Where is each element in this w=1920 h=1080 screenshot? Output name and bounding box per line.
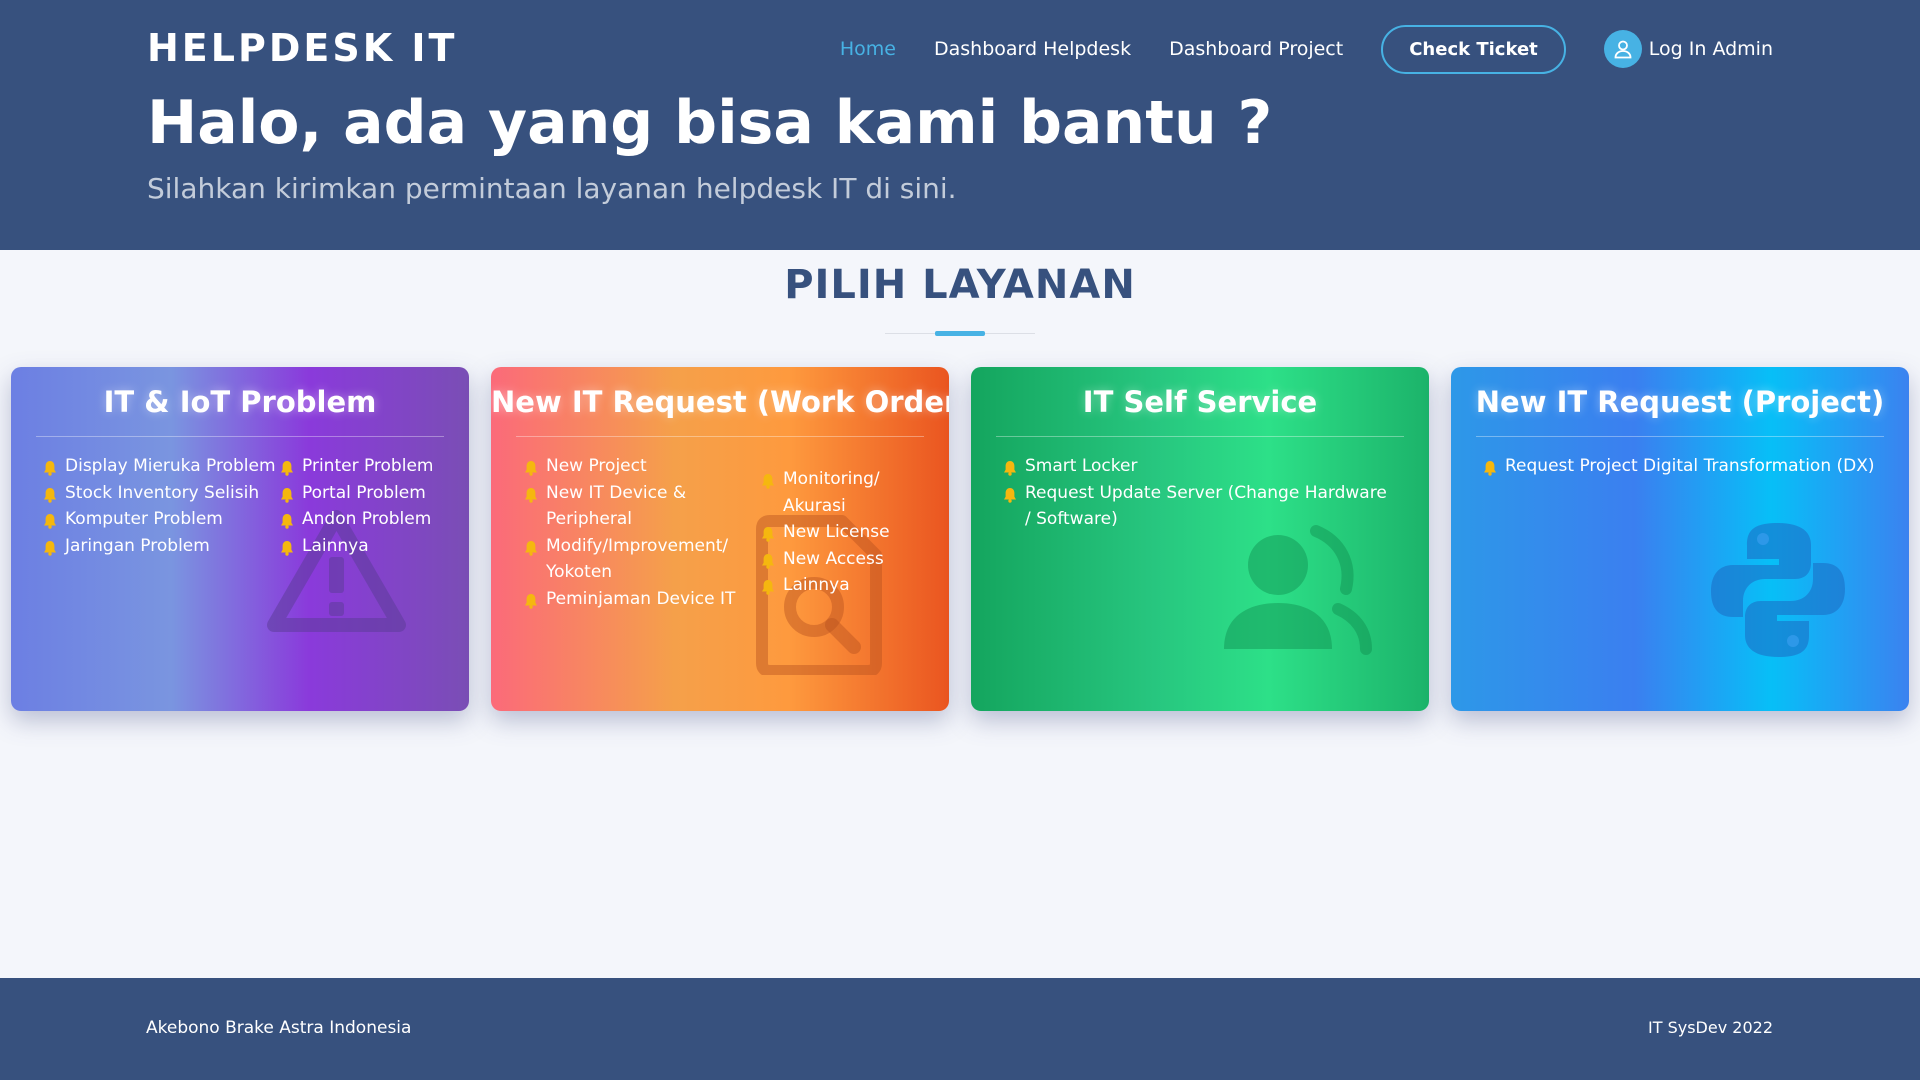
list-item[interactable]: Portal Problem bbox=[280, 480, 433, 507]
card-divider bbox=[996, 436, 1404, 437]
service-card-new-it-request-work-order[interactable]: New IT Request (Work Order) New Project … bbox=[491, 367, 949, 711]
card-list-left: New Project New IT Device & Peripheral M… bbox=[524, 453, 749, 612]
bell-icon bbox=[43, 538, 57, 556]
list-item[interactable]: Jaringan Problem bbox=[43, 533, 276, 560]
list-item[interactable]: New Project bbox=[524, 453, 749, 480]
bell-icon bbox=[1003, 458, 1017, 476]
bell-icon bbox=[524, 538, 538, 556]
user-support-icon bbox=[1216, 517, 1376, 657]
page-subtitle: Silahkan kirimkan permintaan layanan hel… bbox=[147, 172, 957, 205]
card-list: Smart Locker Request Update Server (Chan… bbox=[1003, 453, 1393, 533]
bell-icon bbox=[1483, 458, 1497, 476]
card-title: IT & IoT Problem bbox=[103, 385, 377, 419]
bell-icon bbox=[761, 577, 775, 595]
bell-icon bbox=[524, 591, 538, 609]
bell-icon bbox=[280, 538, 294, 556]
card-title: IT Self Service bbox=[1082, 385, 1318, 419]
list-item[interactable]: Peminjaman Device IT bbox=[524, 586, 749, 613]
list-item[interactable]: Request Update Server (Change Hardware /… bbox=[1003, 480, 1393, 533]
bell-icon bbox=[524, 485, 538, 503]
card-divider bbox=[36, 436, 444, 437]
bell-icon bbox=[43, 485, 57, 503]
check-ticket-button[interactable]: Check Ticket bbox=[1381, 24, 1566, 74]
service-card-it-self-service[interactable]: IT Self Service Smart Locker Request Upd… bbox=[971, 367, 1429, 711]
footer-company: Akebono Brake Astra Indonesia bbox=[146, 1018, 412, 1038]
footer: Akebono Brake Astra Indonesia IT SysDev … bbox=[0, 978, 1920, 1080]
list-item[interactable]: Display Mieruka Problem bbox=[43, 453, 276, 480]
bell-icon bbox=[280, 458, 294, 476]
service-card-new-it-request-project[interactable]: New IT Request (Project) Request Project… bbox=[1451, 367, 1909, 711]
list-item[interactable]: Komputer Problem bbox=[43, 506, 276, 533]
bell-icon bbox=[761, 551, 775, 569]
bell-icon bbox=[761, 471, 775, 489]
list-item[interactable]: Monitoring/ Akurasi bbox=[761, 466, 911, 519]
hero-header: HELPDESK IT Home Dashboard Helpdesk Dash… bbox=[0, 0, 1920, 250]
list-item[interactable]: New Access bbox=[761, 546, 911, 573]
main-nav: Home Dashboard Helpdesk Dashboard Projec… bbox=[802, 24, 1773, 74]
card-list-right: Printer Problem Portal Problem Andon Pro… bbox=[280, 453, 433, 559]
service-card-it-iot-problem[interactable]: IT & IoT Problem Display Mieruka Problem… bbox=[11, 367, 469, 711]
list-item[interactable]: Modify/Improvement/ Yokoten bbox=[524, 533, 749, 586]
card-list: Request Project Digital Transformation (… bbox=[1483, 453, 1883, 480]
bell-icon bbox=[280, 511, 294, 529]
card-list-right: Monitoring/ Akurasi New License New Acce… bbox=[761, 466, 911, 599]
section-divider-accent bbox=[935, 331, 985, 336]
card-title: New IT Request (Project) bbox=[1475, 385, 1885, 419]
user-icon bbox=[1603, 30, 1642, 68]
list-item[interactable]: New License bbox=[761, 519, 911, 546]
brand-logo[interactable]: HELPDESK IT bbox=[147, 26, 457, 70]
card-title: New IT Request (Work Order) bbox=[491, 385, 949, 419]
nav-home[interactable]: Home bbox=[840, 38, 896, 60]
nav-dashboard-helpdesk[interactable]: Dashboard Helpdesk bbox=[934, 38, 1131, 60]
card-divider bbox=[516, 436, 924, 437]
footer-credit: IT SysDev 2022 bbox=[1648, 1018, 1773, 1037]
list-item[interactable]: Lainnya bbox=[761, 572, 911, 599]
list-item[interactable]: Smart Locker bbox=[1003, 453, 1393, 480]
list-item[interactable]: New IT Device & Peripheral bbox=[524, 480, 749, 533]
card-list-left: Display Mieruka Problem Stock Inventory … bbox=[43, 453, 276, 559]
card-divider bbox=[1476, 436, 1884, 437]
login-label: Log In Admin bbox=[1648, 38, 1773, 60]
list-item[interactable]: Request Project Digital Transformation (… bbox=[1483, 453, 1883, 480]
list-item[interactable]: Lainnya bbox=[280, 533, 433, 560]
list-item[interactable]: Stock Inventory Selisih bbox=[43, 480, 276, 507]
bell-icon bbox=[1003, 485, 1017, 503]
python-icon bbox=[1707, 519, 1849, 661]
nav-dashboard-project[interactable]: Dashboard Project bbox=[1169, 38, 1343, 60]
bell-icon bbox=[43, 511, 57, 529]
bell-icon bbox=[524, 458, 538, 476]
section-title: PILIH LAYANAN bbox=[784, 262, 1136, 308]
bell-icon bbox=[761, 524, 775, 542]
bell-icon bbox=[280, 485, 294, 503]
bell-icon bbox=[43, 458, 57, 476]
page-title: Halo, ada yang bisa kami bantu ? bbox=[147, 88, 1273, 158]
list-item[interactable]: Andon Problem bbox=[280, 506, 433, 533]
login-admin-link[interactable]: Log In Admin bbox=[1603, 30, 1773, 68]
list-item[interactable]: Printer Problem bbox=[280, 453, 433, 480]
